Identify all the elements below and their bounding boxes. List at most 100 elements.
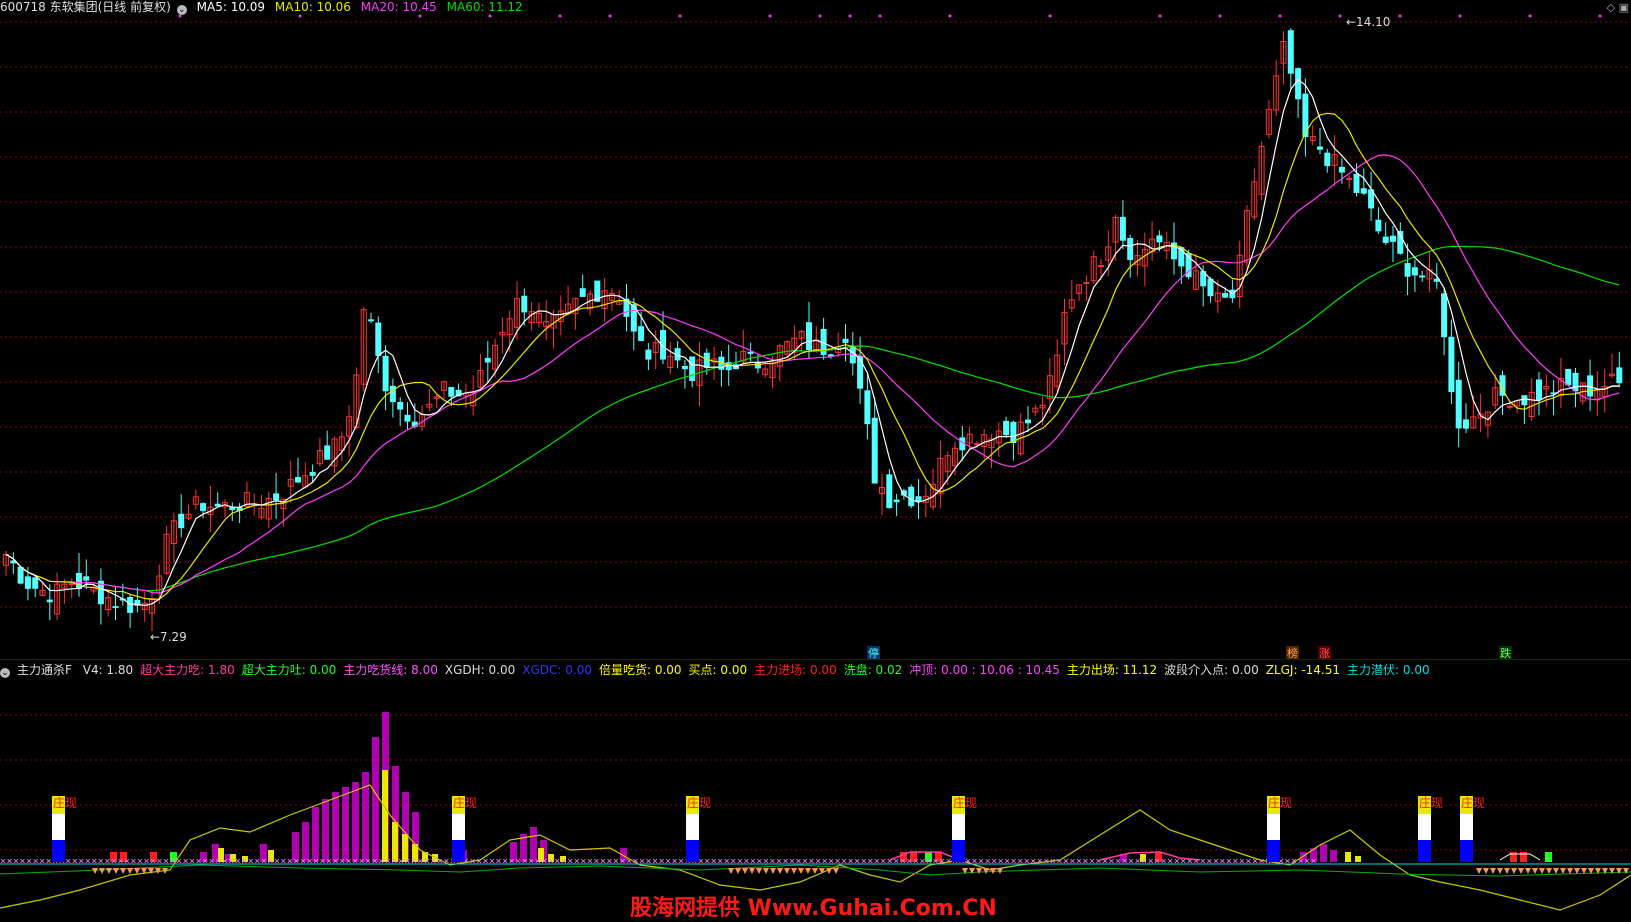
wash-marker — [1504, 868, 1510, 874]
signal-dot — [1458, 14, 1462, 18]
wash-marker — [1483, 868, 1489, 874]
wash-marker — [1476, 868, 1482, 874]
candle-body — [806, 322, 812, 351]
zhuang-blue-bar — [1418, 840, 1431, 862]
candle-body — [1463, 419, 1469, 429]
wash-marker — [770, 868, 776, 874]
candle-body — [484, 357, 491, 363]
wash-marker — [1567, 868, 1573, 874]
candle-body — [273, 493, 280, 501]
candle-body — [397, 401, 404, 410]
candle-body — [46, 599, 53, 603]
candle-body — [295, 477, 301, 483]
candle-body — [1324, 152, 1331, 167]
signal-dot — [178, 14, 182, 18]
wash-marker — [812, 868, 818, 874]
price-chart[interactable]: ←14.10 ←7.29 停 榜 涨 跌 — [0, 0, 1631, 660]
candle-body — [68, 583, 75, 586]
signal-dot — [848, 14, 852, 18]
wash-marker — [113, 868, 119, 874]
wash-marker — [92, 868, 98, 874]
wash-marker — [1546, 868, 1552, 874]
candle-body — [1411, 267, 1418, 276]
wash-marker — [735, 868, 741, 874]
candle-body — [1382, 236, 1389, 243]
watermark: 股海网提供 Www.Guhai.Com.CN — [630, 896, 997, 921]
zhuang-blue-bar — [952, 840, 965, 862]
candle-body — [83, 576, 90, 581]
indicator-bar-small — [1545, 852, 1552, 862]
zhuang-label: 庄现 — [1419, 795, 1443, 810]
candle-body — [645, 349, 652, 360]
candle-body — [842, 338, 849, 343]
candle-body — [309, 471, 316, 476]
wash-marker — [120, 868, 126, 874]
indicator-bar-magenta — [372, 737, 379, 862]
signal-dot — [1278, 14, 1282, 18]
zhuang-label: 庄现 — [1461, 795, 1485, 810]
zhuang-label: 庄现 — [1268, 795, 1292, 810]
candle-body — [689, 356, 696, 381]
candle-body — [448, 386, 455, 397]
indicator-chart[interactable]: ××××××××××××××××××××××××××××××××××××××××… — [0, 660, 1631, 920]
zhuang-white-bar — [452, 814, 465, 840]
zhuang-white-bar — [52, 814, 65, 840]
wash-marker — [127, 868, 133, 874]
wash-marker — [1532, 868, 1538, 874]
signal-dot — [1338, 14, 1342, 18]
candle-body — [229, 507, 236, 511]
candle-body — [521, 295, 528, 313]
event-marker: 榜 — [1287, 646, 1298, 660]
candle-body — [1003, 420, 1010, 436]
wash-marker — [1553, 868, 1559, 874]
wash-marker — [983, 868, 989, 874]
signal-dot — [608, 14, 612, 18]
candle-body — [1098, 265, 1104, 268]
wash-marker — [1497, 868, 1503, 874]
wash-marker — [1518, 868, 1524, 874]
candle-body — [382, 355, 389, 392]
zhuang-white-bar — [686, 814, 699, 840]
candle-body — [112, 606, 119, 609]
candle-body — [17, 566, 24, 584]
candle-body — [1390, 235, 1396, 242]
indicator-bar-magenta — [1320, 844, 1327, 862]
candle-body — [1455, 379, 1462, 429]
candle-body — [1448, 336, 1455, 393]
zhuang-white-bar — [1418, 814, 1431, 840]
indicator-bar-magenta — [332, 792, 339, 862]
candle-body — [178, 513, 185, 529]
indicator-bar-magenta — [312, 807, 319, 862]
candle-body — [375, 322, 382, 356]
candle-body — [908, 486, 915, 507]
candle-body — [915, 496, 922, 503]
candle-body — [1536, 379, 1542, 401]
candle-body — [1156, 235, 1163, 243]
signal-dot — [768, 14, 772, 18]
ma60-line — [5, 245, 1620, 592]
signal-dot — [298, 14, 302, 18]
candle-body — [747, 351, 754, 354]
indicator-bar-magenta — [342, 787, 349, 862]
wash-marker — [134, 868, 140, 874]
candle-body — [1287, 30, 1294, 74]
zhuang-label: 庄现 — [53, 795, 77, 810]
signal-dot — [488, 14, 492, 18]
zhuang-label: 庄现 — [687, 795, 711, 810]
candle-body — [1441, 293, 1448, 338]
wash-marker — [833, 868, 839, 874]
x-marker-row: ××××××××××××××××××××××××××××××××××××××××… — [0, 856, 1317, 867]
candle-body — [1295, 68, 1302, 100]
indicator-bar-magenta — [1330, 850, 1337, 862]
indicator-bar-yellow — [1355, 856, 1361, 862]
event-marker: 停 — [868, 646, 879, 660]
signal-dot — [558, 14, 562, 18]
wash-marker — [1616, 868, 1622, 874]
candle-body — [886, 474, 893, 509]
wash-marker — [742, 868, 748, 874]
candle-body — [404, 414, 411, 422]
wash-marker — [1623, 868, 1629, 874]
candle-body — [1346, 177, 1353, 180]
signal-dot — [1598, 14, 1602, 18]
wash-marker — [749, 868, 755, 874]
